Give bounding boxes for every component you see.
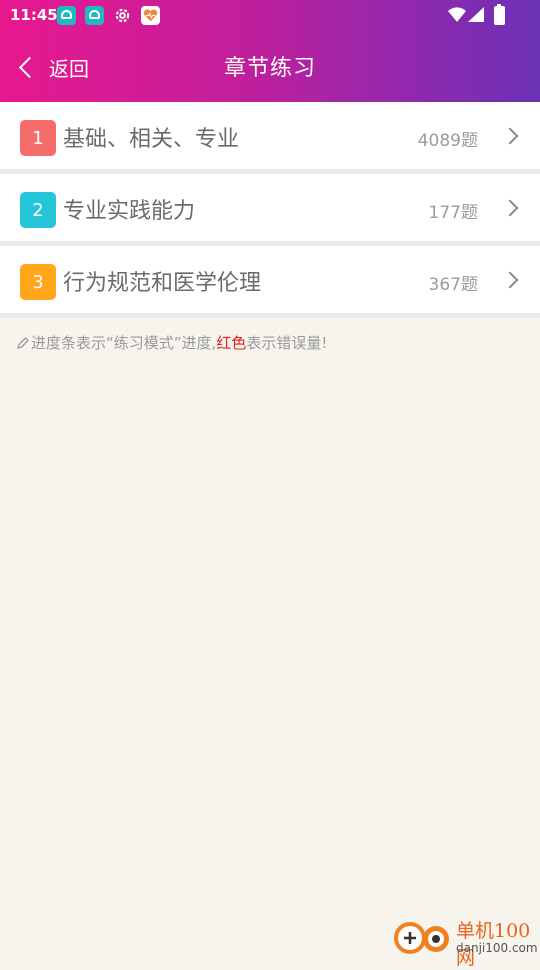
watermark-url: danji100.com xyxy=(456,941,538,955)
page-title: 章节练习 xyxy=(223,56,316,81)
watermark-logo xyxy=(392,918,454,956)
chevron-right-icon xyxy=(501,127,519,145)
progress-note: 进度条表示“练习模式”进度, 红色 表示错误量! xyxy=(16,332,327,353)
note-highlight: 红色 xyxy=(216,334,247,352)
chapter-count: 4089题 xyxy=(417,131,478,151)
chapter-item[interactable]: 3 行为规范和医学伦理 367题 xyxy=(0,246,540,318)
chapter-title: 专业实践能力 xyxy=(63,199,196,224)
chevron-right-icon xyxy=(501,199,519,217)
chapter-list: 1 基础、相关、专业 4089题 2 专业实践能力 177题 3 行为规范和医学… xyxy=(0,102,540,318)
chapter-count: 367题 xyxy=(428,275,478,295)
chapter-item[interactable]: 1 基础、相关、专业 4089题 xyxy=(0,102,540,174)
chapter-index-badge: 2 xyxy=(20,192,56,228)
wifi-icon xyxy=(448,7,466,26)
status-time: 11:45 xyxy=(10,6,58,24)
header: 11:45 返回 章节练习 xyxy=(0,0,540,102)
watermark: 单机100网 danji100.com xyxy=(392,914,538,969)
chapter-count: 177题 xyxy=(428,203,478,223)
pencil-icon xyxy=(16,336,30,350)
note-text: 进度条表示“练习模式”进度, xyxy=(31,334,217,352)
chapter-title: 基础、相关、专业 xyxy=(63,127,240,152)
signal-icon xyxy=(468,7,484,26)
chapter-index-badge: 3 xyxy=(20,264,56,300)
divider xyxy=(0,313,540,318)
app-icon xyxy=(85,6,104,25)
heart-app-icon xyxy=(141,6,160,25)
gear-icon xyxy=(113,6,132,25)
chapter-index-badge: 1 xyxy=(20,120,56,156)
chapter-item[interactable]: 2 专业实践能力 177题 xyxy=(0,174,540,246)
note-text-end: 表示错误量! xyxy=(246,334,328,352)
chapter-title: 行为规范和医学伦理 xyxy=(63,271,262,296)
app-icon xyxy=(57,6,76,25)
chevron-right-icon xyxy=(501,271,519,289)
nav-bar: 返回 章节练习 xyxy=(0,30,540,102)
battery-icon xyxy=(494,4,505,25)
status-bar: 11:45 xyxy=(0,0,540,30)
